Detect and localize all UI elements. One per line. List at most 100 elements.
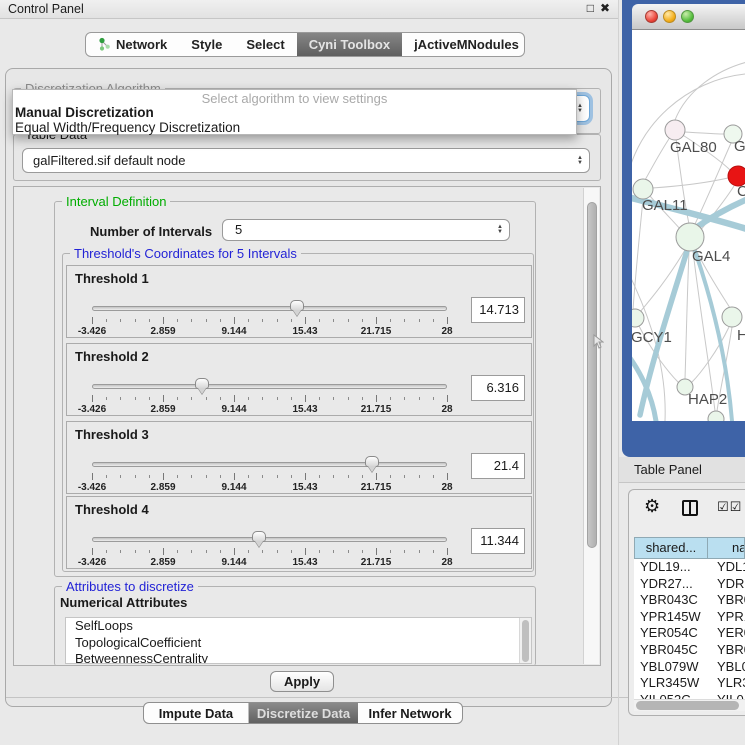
checkbox-icons[interactable]: ☑☑	[717, 499, 742, 515]
threshold-2-slider[interactable]: -3.4262.8599.14415.4321.71528	[92, 380, 447, 416]
tab-label: Cyni Toolbox	[309, 37, 390, 52]
algorithm-dropdown-popup: Select algorithm to view settings Manual…	[12, 89, 577, 135]
list-item[interactable]: TopologicalCoefficient	[66, 635, 531, 652]
gear-icon[interactable]: ⚙	[644, 496, 660, 517]
node-label-hap2: HAP2	[688, 391, 727, 408]
slider-thumb[interactable]	[290, 300, 304, 311]
threshold-3-value-field[interactable]: 21.4	[471, 453, 525, 479]
node-label-gal11: GAL11	[642, 197, 688, 214]
node-gal11[interactable]	[633, 179, 653, 199]
tab-style[interactable]: Style	[179, 33, 234, 56]
top-tabbar: Network Style Select Cyni Toolbox jActiv…	[85, 32, 525, 57]
table-row[interactable]: YBR043CYBR0	[634, 592, 745, 609]
close-icon[interactable]: ✖	[600, 1, 610, 15]
tab-select[interactable]: Select	[234, 33, 296, 56]
threshold-3-box: Threshold 3 -3.4262.8599.14415.4321.7152…	[66, 421, 532, 494]
attributes-list-scrollbar[interactable]	[519, 618, 531, 663]
threshold-2-value-field[interactable]: 6.316	[471, 375, 525, 401]
threshold-1-slider[interactable]: -3.4262.8599.14415.4321.71528	[92, 302, 447, 338]
slider-track[interactable]	[92, 306, 447, 311]
thresholds-group-title: Threshold's Coordinates for 5 Intervals	[70, 246, 301, 261]
list-item[interactable]: SelfLoops	[66, 618, 531, 635]
dropdown-option-manual[interactable]: Manual Discretization	[15, 105, 154, 120]
table-row[interactable]: YPR145WYPR1	[634, 609, 745, 626]
table-horizontal-scrollbar[interactable]	[634, 699, 745, 711]
slider-track[interactable]	[92, 537, 447, 542]
threshold-2-label: Threshold 2	[75, 349, 149, 364]
number-of-intervals-label: Number of Intervals	[90, 224, 212, 239]
tab-discretize-data[interactable]: Discretize Data	[249, 703, 358, 723]
threshold-1-value-field[interactable]: 14.713	[471, 297, 525, 323]
threshold-4-slider[interactable]: -3.4262.8599.14415.4321.71528	[92, 533, 447, 569]
column-header-shared[interactable]: shared...	[634, 537, 708, 559]
threshold-4-value-field[interactable]: 11.344	[471, 528, 525, 554]
node-h[interactable]	[722, 307, 742, 327]
split-columns-icon[interactable]	[682, 500, 698, 516]
table-row[interactable]: YER054CYER0	[634, 625, 745, 642]
table-row[interactable]: YBR045CYBR0	[634, 642, 745, 659]
slider-track[interactable]	[92, 462, 447, 467]
table-row[interactable]: YDL19...YDL1	[634, 559, 745, 576]
network-canvas[interactable]: GAL80 G C GAL11 GAL4 GCY1 H HAP2	[632, 30, 745, 421]
apply-button[interactable]: Apply	[270, 671, 334, 692]
application-window: Control Panel □ ✖ Network Style Select C…	[0, 0, 745, 745]
network-window-titlebar[interactable]	[632, 4, 745, 30]
scrollbar-thumb[interactable]	[636, 701, 739, 710]
float-window-icon[interactable]: □	[587, 1, 594, 15]
attributes-group-title: Attributes to discretize	[62, 579, 198, 594]
settings-vertical-scrollbar[interactable]	[583, 188, 599, 664]
minimize-traffic-light-icon[interactable]	[663, 10, 676, 23]
table-header-row: shared... na	[634, 537, 745, 559]
table-panel: ⚙ ☑☑ shared... na YDL19...YDL1YDR27...YD…	[628, 489, 745, 716]
control-panel-titlebar: Control Panel □ ✖	[0, 0, 619, 19]
table-row[interactable]: YLR345WYLR3	[634, 675, 745, 692]
number-of-intervals-spinner[interactable]: 5 ▲▼	[222, 219, 510, 241]
node-label-h: H	[737, 327, 745, 344]
column-header-name[interactable]: na	[708, 537, 745, 559]
scrollbar-thumb[interactable]	[522, 620, 529, 662]
tab-label: Network	[116, 37, 167, 52]
slider-track[interactable]	[92, 384, 447, 389]
slider-thumb[interactable]	[252, 531, 266, 542]
tab-cyni-toolbox[interactable]: Cyni Toolbox	[297, 33, 402, 56]
stepper-arrows-icon: ▲▼	[577, 156, 583, 166]
network-graph: GAL80 G C GAL11 GAL4 GCY1 H HAP2	[632, 30, 745, 421]
table-panel-header: Table Panel	[619, 457, 745, 483]
scrollbar-thumb[interactable]	[587, 202, 597, 548]
network-icon	[98, 37, 111, 52]
tab-jactivemnodules[interactable]: jActiveMNodules	[402, 33, 525, 56]
stepper-arrows-icon: ▲▼	[577, 104, 583, 114]
list-item[interactable]: BetweennessCentrality	[66, 651, 531, 664]
tab-infer-network[interactable]: Infer Network	[358, 703, 462, 723]
table-row[interactable]: YBL079WYBL0	[634, 659, 745, 676]
table-data-value: galFiltered.sif default node	[33, 153, 185, 168]
threshold-3-slider[interactable]: -3.4262.8599.14415.4321.71528	[92, 458, 447, 494]
threshold-4-label: Threshold 4	[75, 502, 149, 517]
tab-network[interactable]: Network	[86, 33, 179, 56]
slider-thumb[interactable]	[365, 456, 379, 467]
dropdown-option-equal-width[interactable]: Equal Width/Frequency Discretization	[15, 120, 240, 135]
threshold-3-label: Threshold 3	[75, 427, 149, 442]
threshold-4-box: Threshold 4 -3.4262.8599.14415.4321.7152…	[66, 496, 532, 569]
node-gcy1[interactable]	[632, 309, 644, 327]
slider-scale: -3.4262.8599.14415.4321.71528	[92, 404, 447, 416]
slider-scale: -3.4262.8599.14415.4321.71528	[92, 557, 447, 569]
tab-label: Select	[246, 37, 284, 52]
slider-scale: -3.4262.8599.14415.4321.71528	[92, 326, 447, 338]
tab-label: Style	[191, 37, 222, 52]
node-gal80[interactable]	[665, 120, 685, 140]
close-traffic-light-icon[interactable]	[645, 10, 658, 23]
attributes-list: SelfLoopsTopologicalCoefficientBetweenne…	[65, 617, 532, 664]
table-data-combobox[interactable]: galFiltered.sif default node ▲▼	[22, 148, 590, 173]
table-row[interactable]: YDR27...YDR2	[634, 576, 745, 593]
node-label-gcy1: GCY1	[632, 329, 672, 346]
node-partial-bottom[interactable]	[708, 411, 724, 421]
zoom-traffic-light-icon[interactable]	[681, 10, 694, 23]
stepper-arrows-icon: ▲▼	[497, 225, 503, 235]
panel-split-divider[interactable]	[618, 0, 619, 745]
node-label-partial-c: C	[737, 183, 745, 200]
node-label-gal4: GAL4	[692, 248, 730, 265]
node-gal4[interactable]	[676, 223, 704, 251]
slider-thumb[interactable]	[195, 378, 209, 389]
tab-impute-data[interactable]: Impute Data	[144, 703, 249, 723]
